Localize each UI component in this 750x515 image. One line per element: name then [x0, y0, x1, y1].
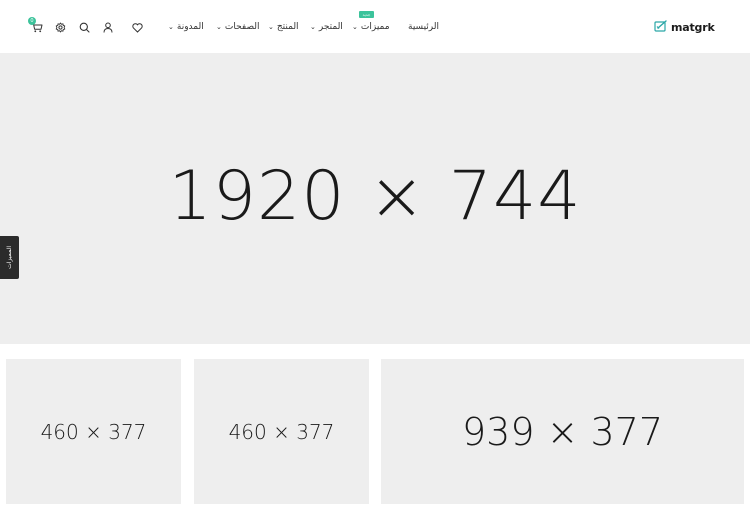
hero-banner[interactable]: 1920 × 744	[0, 53, 750, 344]
site-header: matgrk الرئيسية جديد ⌄ مميزات ⌄ المتجر ⌄…	[0, 0, 750, 53]
nav-item-features[interactable]: ⌄ مميزات	[352, 17, 390, 37]
chevron-down-icon: ⌄	[216, 23, 222, 31]
nav-item-pages-label: الصفحات	[224, 22, 260, 32]
search-icon	[79, 18, 90, 37]
site-logo[interactable]: matgrk	[654, 18, 715, 36]
banner-placeholder-text: 460 × 377	[228, 419, 335, 444]
logo-text: matgrk	[671, 20, 715, 34]
banner-placeholder-text: 939 × 377	[461, 409, 664, 454]
promo-banner-1[interactable]: 460 × 377	[6, 359, 181, 504]
nav-item-home-label: الرئيسية	[408, 22, 439, 32]
features-side-tab[interactable]: المميزات	[0, 236, 19, 279]
wishlist-button[interactable]	[130, 20, 144, 34]
heart-icon	[131, 18, 143, 37]
user-icon	[103, 18, 113, 37]
nav-item-shop[interactable]: ⌄ المتجر	[310, 17, 343, 37]
nav-item-blog[interactable]: ⌄ المدونة	[168, 17, 204, 37]
logo-icon	[654, 18, 668, 37]
cart-count-badge: 0	[28, 17, 36, 25]
search-button[interactable]	[77, 20, 91, 34]
chevron-down-icon: ⌄	[268, 23, 274, 31]
nav-item-pages[interactable]: ⌄ الصفحات	[216, 17, 260, 37]
account-button[interactable]	[101, 20, 115, 34]
nav-item-home[interactable]: الرئيسية	[408, 17, 439, 37]
promo-banner-2[interactable]: 460 × 377	[194, 359, 369, 504]
settings-button[interactable]	[53, 20, 67, 34]
nav-item-features-label: مميزات	[360, 22, 390, 32]
nav-item-shop-label: المتجر	[318, 22, 343, 32]
nav-item-product[interactable]: ⌄ المنتج	[268, 17, 299, 37]
nav-item-product-label: المنتج	[276, 22, 299, 32]
chevron-down-icon: ⌄	[310, 23, 316, 31]
promo-banner-3[interactable]: 939 × 377	[381, 359, 744, 504]
banner-placeholder-text: 460 × 377	[40, 419, 147, 444]
nav-item-blog-label: المدونة	[176, 22, 204, 32]
side-tab-label: المميزات	[6, 246, 13, 269]
chevron-down-icon: ⌄	[352, 23, 358, 31]
hero-placeholder-text: 1920 × 744	[168, 157, 582, 236]
chevron-down-icon: ⌄	[168, 23, 174, 31]
gear-icon	[55, 18, 66, 37]
